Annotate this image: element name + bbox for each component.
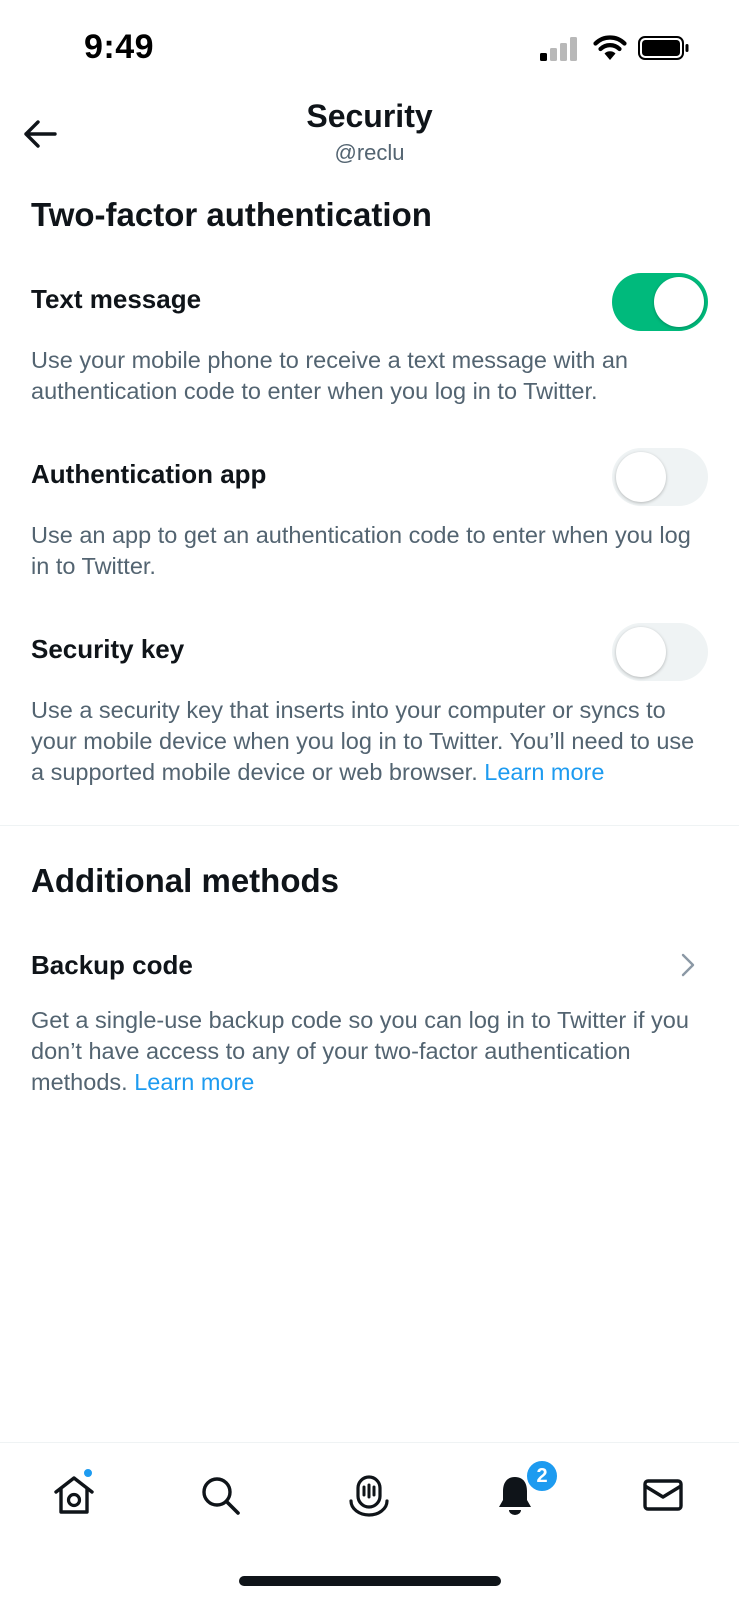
home-icon bbox=[54, 1476, 94, 1514]
tab-search[interactable] bbox=[190, 1465, 250, 1525]
two-factor-heading: Two-factor authentication bbox=[31, 196, 432, 233]
additional-methods-heading: Additional methods bbox=[31, 862, 339, 899]
nav-header: Security @reclu bbox=[0, 96, 739, 176]
backup-code-row[interactable]: Backup code bbox=[0, 930, 739, 1000]
backup-code-description-text: Get a single-use backup code so you can … bbox=[31, 1007, 689, 1095]
search-icon bbox=[202, 1477, 240, 1515]
tab-home[interactable] bbox=[44, 1465, 104, 1525]
security-screen: 9:49 Security @reclu Two-factor authenti bbox=[0, 0, 739, 1600]
status-bar: 9:49 bbox=[0, 0, 739, 96]
authentication-app-toggle[interactable] bbox=[612, 448, 708, 506]
toggle-knob bbox=[616, 627, 666, 677]
notification-badge: 2 bbox=[525, 1459, 559, 1493]
backup-code-title: Backup code bbox=[31, 950, 193, 980]
tab-notifications[interactable]: 2 bbox=[485, 1459, 559, 1525]
battery-icon bbox=[638, 36, 689, 60]
text-message-title: Text message bbox=[31, 284, 202, 314]
backup-code-description: Get a single-use backup code so you can … bbox=[31, 1005, 701, 1098]
section-divider bbox=[0, 825, 739, 826]
spaces-icon bbox=[349, 1475, 389, 1517]
security-key-title: Security key bbox=[31, 634, 185, 664]
toggle-knob bbox=[616, 452, 666, 502]
tab-spaces[interactable] bbox=[339, 1465, 399, 1525]
security-key-description: Use a security key that inserts into you… bbox=[31, 695, 701, 788]
account-username: @reclu bbox=[334, 140, 405, 165]
page-title: Security bbox=[306, 98, 433, 134]
home-indicator bbox=[239, 1576, 501, 1586]
backup-code-learn-more-link[interactable]: Learn more bbox=[134, 1069, 254, 1095]
toggle-knob bbox=[654, 277, 704, 327]
authentication-app-title: Authentication app bbox=[31, 459, 267, 489]
wifi-icon bbox=[593, 35, 627, 60]
status-time: 9:49 bbox=[84, 28, 155, 66]
tab-messages[interactable] bbox=[633, 1465, 693, 1525]
mail-icon bbox=[643, 1479, 683, 1511]
home-unread-dot bbox=[82, 1467, 94, 1479]
cellular-signal-icon bbox=[540, 37, 577, 61]
authentication-app-description: Use an app to get an authentication code… bbox=[31, 522, 691, 579]
security-key-toggle[interactable] bbox=[612, 623, 708, 681]
chevron-right-icon bbox=[680, 930, 704, 1000]
text-message-description: Use your mobile phone to receive a text … bbox=[31, 347, 628, 404]
text-message-toggle[interactable] bbox=[612, 273, 708, 331]
security-key-learn-more-link[interactable]: Learn more bbox=[484, 759, 604, 785]
